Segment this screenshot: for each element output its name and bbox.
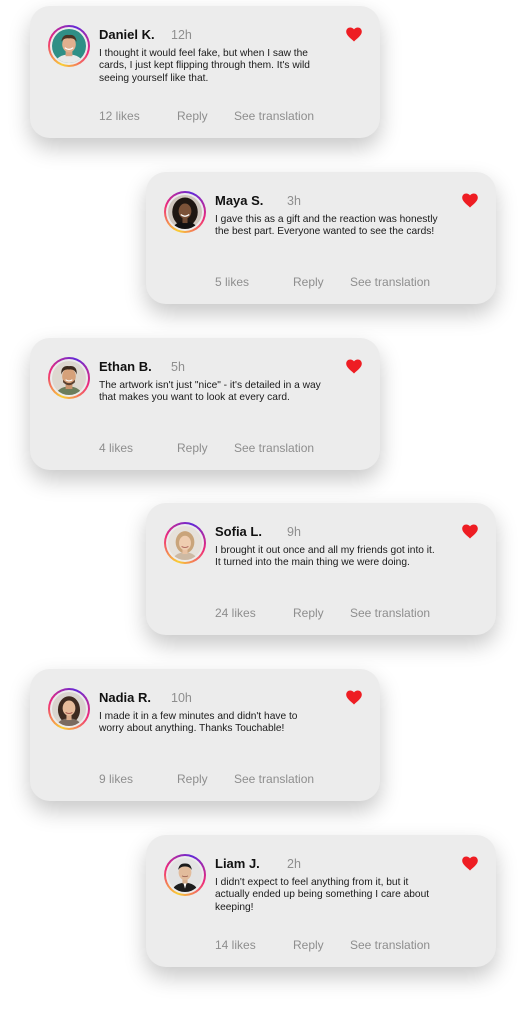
user-photo-icon — [168, 526, 202, 560]
reply-button[interactable]: Reply — [293, 606, 324, 620]
user-photo-icon — [52, 29, 86, 63]
likes-count[interactable]: 24 likes — [215, 606, 256, 620]
user-photo-icon — [52, 361, 86, 395]
heart-icon[interactable] — [462, 193, 478, 208]
comment-card: Liam J. 2h I didn't expect to feel anyth… — [146, 835, 496, 967]
comment-timestamp: 9h — [287, 525, 301, 539]
heart-icon[interactable] — [346, 359, 362, 374]
heart-icon[interactable] — [346, 27, 362, 42]
comment-text: I thought it would feel fake, but when I… — [99, 48, 310, 84]
avatar[interactable] — [48, 688, 90, 730]
reply-button[interactable]: Reply — [293, 938, 324, 952]
see-translation-link[interactable]: See translation — [350, 938, 430, 952]
likes-count[interactable]: 4 likes — [99, 441, 133, 455]
reply-button[interactable]: Reply — [177, 109, 208, 123]
see-translation-link[interactable]: See translation — [234, 109, 314, 123]
comment-card: Ethan B. 5h The artwork isn't just "nice… — [30, 338, 380, 470]
see-translation-link[interactable]: See translation — [350, 606, 430, 620]
comment-timestamp: 3h — [287, 194, 301, 208]
comment-author[interactable]: Ethan B. — [99, 359, 152, 374]
comment-author[interactable]: Sofia L. — [215, 524, 262, 539]
user-photo-icon — [168, 195, 202, 229]
likes-count[interactable]: 12 likes — [99, 109, 140, 123]
comment-timestamp: 2h — [287, 857, 301, 871]
reply-button[interactable]: Reply — [177, 772, 208, 786]
comment-text: I didn't expect to feel anything from it… — [215, 877, 430, 913]
see-translation-link[interactable]: See translation — [234, 441, 314, 455]
see-translation-link[interactable]: See translation — [234, 772, 314, 786]
avatar[interactable] — [48, 25, 90, 67]
avatar[interactable] — [164, 522, 206, 564]
avatar[interactable] — [164, 854, 206, 896]
avatar[interactable] — [48, 357, 90, 399]
see-translation-link[interactable]: See translation — [350, 275, 430, 289]
heart-icon[interactable] — [346, 690, 362, 705]
heart-icon[interactable] — [462, 856, 478, 871]
comment-card: Daniel K. 12h I thought it would feel fa… — [30, 6, 380, 138]
comment-card: Nadia R. 10h I made it in a few minutes … — [30, 669, 380, 801]
comment-timestamp: 12h — [171, 28, 192, 42]
reply-button[interactable]: Reply — [177, 441, 208, 455]
likes-count[interactable]: 5 likes — [215, 275, 249, 289]
avatar[interactable] — [164, 191, 206, 233]
comment-author[interactable]: Maya S. — [215, 193, 263, 208]
comment-author[interactable]: Liam J. — [215, 856, 260, 871]
reply-button[interactable]: Reply — [293, 275, 324, 289]
likes-count[interactable]: 9 likes — [99, 772, 133, 786]
comment-timestamp: 5h — [171, 360, 185, 374]
user-photo-icon — [168, 858, 202, 892]
user-photo-icon — [52, 692, 86, 726]
comment-author[interactable]: Daniel K. — [99, 27, 155, 42]
comment-text: I gave this as a gift and the reaction w… — [215, 214, 438, 238]
comment-card: Maya S. 3h I gave this as a gift and the… — [146, 172, 496, 304]
comment-text: I made it in a few minutes and didn't ha… — [99, 711, 298, 735]
comment-timestamp: 10h — [171, 691, 192, 705]
comment-text: The artwork isn't just "nice" - it's det… — [99, 380, 321, 404]
comment-card: Sofia L. 9h I brought it out once and al… — [146, 503, 496, 635]
comment-author[interactable]: Nadia R. — [99, 690, 151, 705]
likes-count[interactable]: 14 likes — [215, 938, 256, 952]
heart-icon[interactable] — [462, 524, 478, 539]
comment-text: I brought it out once and all my friends… — [215, 545, 435, 569]
